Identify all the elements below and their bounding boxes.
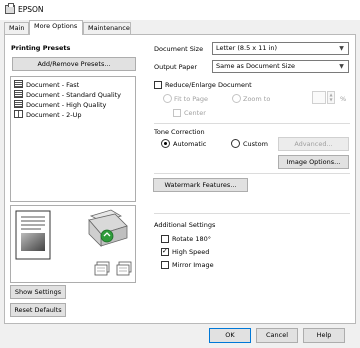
advanced-button[interactable]: Advanced... (278, 137, 349, 151)
paper-stack-icon (116, 261, 132, 276)
image-options-button[interactable]: Image Options... (278, 155, 349, 169)
center-label: Center (184, 109, 206, 117)
zoom-to-label: Zoom to (243, 95, 271, 103)
section-divider (154, 213, 350, 214)
automatic-label: Automatic (173, 140, 207, 148)
list-item[interactable]: Document - 2-Up (14, 110, 82, 120)
preset-label: Document - High Quality (26, 101, 107, 109)
rotate-180-checkbox[interactable] (161, 235, 169, 243)
list-item[interactable]: Document - High Quality (14, 100, 106, 110)
two-up-preset-icon (14, 110, 23, 118)
rotate-180-label: Rotate 180° (172, 235, 212, 243)
custom-radio[interactable] (231, 139, 240, 148)
percent-label: % (340, 95, 347, 103)
document-preset-icon (14, 80, 23, 88)
document-preset-icon (14, 90, 23, 98)
tab-more-options[interactable]: More Options (29, 20, 83, 35)
page-preview-icon (15, 210, 51, 260)
custom-label: Custom (243, 140, 268, 148)
help-button[interactable]: Help (303, 328, 345, 343)
cancel-button[interactable]: Cancel (256, 328, 298, 343)
presets-list[interactable]: Document - Fast Document - Standard Qual… (10, 76, 136, 202)
preset-label: Document - 2-Up (26, 111, 82, 119)
print-preview (10, 205, 136, 283)
tab-main[interactable]: Main (4, 22, 29, 34)
document-preset-icon (14, 100, 23, 108)
section-divider (154, 173, 350, 174)
title-bar: EPSON (0, 0, 360, 20)
chevron-down-icon: ▼ (339, 45, 344, 52)
mirror-image-checkbox[interactable] (161, 261, 169, 269)
fit-to-page-label: Fit to Page (174, 95, 209, 103)
show-settings-button[interactable]: Show Settings (10, 285, 66, 299)
printer-icon (88, 209, 128, 247)
tone-correction-heading: Tone Correction (154, 128, 205, 136)
preset-label: Document - Standard Quality (26, 91, 122, 99)
ok-button[interactable]: OK (209, 328, 251, 343)
high-speed-checkbox[interactable] (161, 247, 169, 256)
reduce-enlarge-checkbox[interactable] (154, 81, 162, 89)
output-paper-select[interactable]: Same as Document Size ▼ (212, 60, 349, 73)
section-divider (154, 123, 350, 124)
additional-settings-heading: Additional Settings (154, 221, 216, 229)
document-size-select[interactable]: Letter (8.5 x 11 in) ▼ (212, 42, 349, 55)
watermark-features-button[interactable]: Watermark Features... (153, 178, 248, 192)
zoom-spinner[interactable]: ▲ ▼ (327, 91, 335, 104)
preset-label: Document - Fast (26, 81, 80, 89)
list-item[interactable]: Document - Standard Quality (14, 90, 121, 100)
output-paper-label: Output Paper (154, 63, 198, 71)
chevron-down-icon: ▼ (339, 63, 344, 70)
reset-defaults-button[interactable]: Reset Defaults (10, 303, 66, 317)
window-title: EPSON (18, 5, 44, 14)
document-size-value: Letter (8.5 x 11 in) (216, 44, 277, 52)
document-size-label: Document Size (154, 45, 204, 53)
tab-maintenance[interactable]: Maintenance (83, 22, 131, 34)
paper-stack-icon (94, 261, 110, 276)
zoom-percent-input[interactable] (312, 91, 326, 104)
output-paper-value: Same as Document Size (216, 62, 296, 70)
list-item[interactable]: Document - Fast (14, 80, 79, 90)
fit-to-page-radio[interactable] (163, 94, 172, 103)
reduce-enlarge-label: Reduce/Enlarge Document (165, 81, 252, 89)
center-checkbox[interactable] (173, 109, 181, 117)
printer-app-icon (5, 3, 15, 14)
add-remove-presets-button[interactable]: Add/Remove Presets... (12, 57, 136, 71)
high-speed-label: High Speed (172, 248, 210, 256)
mirror-image-label: Mirror Image (172, 261, 214, 269)
printing-presets-heading: Printing Presets (11, 44, 71, 52)
zoom-to-radio[interactable] (232, 94, 241, 103)
automatic-radio[interactable] (161, 139, 170, 148)
preview-illustration (15, 209, 132, 276)
